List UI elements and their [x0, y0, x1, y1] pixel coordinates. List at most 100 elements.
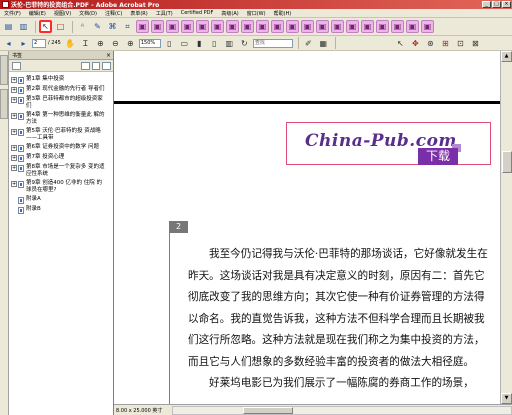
- replace-page-icon[interactable]: ▣: [181, 20, 194, 33]
- background-icon[interactable]: ▣: [271, 20, 284, 33]
- pin-icon[interactable]: ⊡: [454, 37, 467, 50]
- link-tool-icon[interactable]: ⌘: [106, 20, 119, 33]
- bookmark-item[interactable]: 附录A: [11, 196, 113, 204]
- bates-icon[interactable]: ▣: [286, 20, 299, 33]
- new-bookmark-icon[interactable]: [91, 61, 101, 70]
- target-icon[interactable]: ⊛: [424, 37, 437, 50]
- security-icon[interactable]: ▣: [361, 20, 374, 33]
- menu-edit[interactable]: 编辑(E): [25, 10, 50, 17]
- horizontal-scrollbar[interactable]: [172, 405, 512, 415]
- zoom-in-icon[interactable]: ⊕: [94, 37, 107, 50]
- facing-icon[interactable]: ▥: [223, 37, 236, 50]
- edit-object-icon[interactable]: ✎: [91, 20, 104, 33]
- zoom-out-icon[interactable]: ⊖: [109, 37, 122, 50]
- menu-help[interactable]: 帮助(H): [270, 10, 296, 17]
- watermark-icon[interactable]: ▣: [256, 20, 269, 33]
- document-view[interactable]: China-Pub.com 下载 2 我至今仍记得我与沃伦·巴菲特的那场谈话，它…: [114, 51, 500, 404]
- bookmark-item[interactable]: + 第6章 证券投资中的数学 问题: [11, 144, 113, 152]
- expand-bookmark-icon[interactable]: [102, 61, 111, 70]
- scroll-thumb[interactable]: [502, 151, 512, 173]
- text-select-icon[interactable]: Ɪ: [79, 37, 92, 50]
- measure-icon[interactable]: ⊞: [439, 37, 452, 50]
- menu-comments[interactable]: 注释(C): [101, 10, 126, 17]
- bookmark-item[interactable]: + 第1章 集中投资: [11, 76, 113, 84]
- menu-document[interactable]: 文档(D): [75, 10, 101, 17]
- delete-bookmark-icon[interactable]: [80, 61, 90, 70]
- expand-icon[interactable]: +: [11, 145, 17, 151]
- bookmark-item[interactable]: + 第8章 市场是一个复杂多 变的适应性系统: [11, 164, 113, 178]
- select-tool-icon[interactable]: ↖: [39, 20, 52, 33]
- rectangle-tool-icon[interactable]: □: [54, 20, 67, 33]
- expand-icon[interactable]: +: [11, 77, 17, 83]
- arrow-tool-icon[interactable]: ↖: [394, 37, 407, 50]
- fit-page-icon[interactable]: ▯: [163, 37, 176, 50]
- bookmark-item[interactable]: + 第9章 创造400 亿非的 住院 的球员在哪里?: [11, 180, 113, 194]
- horizontal-scroll-thumb[interactable]: [243, 406, 293, 414]
- scroll-up-icon[interactable]: ▲: [501, 51, 512, 62]
- close-panel-icon[interactable]: ×: [106, 52, 113, 59]
- continuous-icon[interactable]: ▯: [208, 37, 221, 50]
- insert-page-icon[interactable]: ▣: [151, 20, 164, 33]
- single-page-icon[interactable]: ▮: [193, 37, 206, 50]
- touchup-text-icon[interactable]: ᴬ: [76, 20, 89, 33]
- bookmark-item[interactable]: 附录B: [11, 206, 113, 214]
- rotate-view-icon[interactable]: ↻: [238, 37, 251, 50]
- bookmark-item[interactable]: + 第2章 现代金融的先行者 导者们: [11, 86, 113, 94]
- object-select-icon[interactable]: ✥: [409, 37, 422, 50]
- next-page-icon[interactable]: ▸: [17, 37, 30, 50]
- bookmarks-tab[interactable]: [0, 55, 8, 85]
- expand-icon[interactable]: +: [11, 87, 17, 93]
- bookmark-item[interactable]: + 第4章 第一种思维的衡量此 解的方法: [11, 112, 113, 126]
- search-input[interactable]: 查找: [252, 38, 293, 48]
- attach-icon[interactable]: ▣: [406, 20, 419, 33]
- bookmark-item[interactable]: + 第7章 投资心理: [11, 154, 113, 162]
- previous-page-icon[interactable]: ◂: [2, 37, 15, 50]
- ocr-icon[interactable]: ▣: [316, 20, 329, 33]
- minimize-button[interactable]: _: [482, 1, 491, 8]
- close-button[interactable]: ×: [502, 1, 511, 8]
- sign-icon[interactable]: ▣: [376, 20, 389, 33]
- vertical-scrollbar[interactable]: ▲ ▼: [500, 51, 512, 404]
- page-tool-icon[interactable]: ▣: [136, 20, 149, 33]
- combine-files-icon[interactable]: ▥: [17, 20, 30, 33]
- expand-icon[interactable]: +: [11, 155, 17, 161]
- menu-window[interactable]: 窗口(W): [243, 10, 270, 17]
- menu-certified-pdf[interactable]: Certified PDF: [177, 10, 218, 16]
- bookmark-item[interactable]: + 第3章 巴菲特都市的超级投资家们: [11, 96, 113, 110]
- form-icon[interactable]: ▣: [346, 20, 359, 33]
- bookmark-item[interactable]: + 第5章 沃伦·巴菲特的投 资战略——工具带: [11, 128, 113, 142]
- menu-advanced[interactable]: 高级(A): [217, 10, 242, 17]
- expand-icon[interactable]: +: [11, 129, 17, 135]
- fit-width-icon[interactable]: ▭: [178, 37, 191, 50]
- zoom-level-select[interactable]: 150%: [138, 38, 161, 48]
- options-menu-icon[interactable]: [12, 61, 21, 70]
- hand-tool-icon[interactable]: ✋: [64, 37, 77, 50]
- expand-icon[interactable]: +: [11, 97, 17, 103]
- optimize-icon[interactable]: ▣: [301, 20, 314, 33]
- split-page-icon[interactable]: ▣: [226, 20, 239, 33]
- expand-icon[interactable]: +: [11, 181, 17, 187]
- crop-tool-icon[interactable]: ⌗: [121, 20, 134, 33]
- rotate-page-icon[interactable]: ▣: [211, 20, 224, 33]
- extract-page-icon[interactable]: ▣: [166, 20, 179, 33]
- menu-forms[interactable]: 表单(R): [126, 10, 151, 17]
- page-number-input[interactable]: 2: [32, 38, 46, 48]
- menu-file[interactable]: 文件(F): [0, 10, 25, 17]
- review-icon[interactable]: ▣: [391, 20, 404, 33]
- menu-view[interactable]: 视图(V): [50, 10, 75, 17]
- header-footer-icon[interactable]: ▣: [241, 20, 254, 33]
- maximize-button[interactable]: □: [492, 1, 501, 8]
- compare-icon[interactable]: ▣: [331, 20, 344, 33]
- zoom-in-plus-icon[interactable]: ⊕: [124, 37, 137, 50]
- delete-page-icon[interactable]: ▣: [196, 20, 209, 33]
- checker-icon[interactable]: ▦: [317, 37, 330, 50]
- tag-icon[interactable]: ⊠: [469, 37, 482, 50]
- stamp-icon[interactable]: ▣: [421, 20, 434, 33]
- scroll-down-icon[interactable]: ▼: [501, 393, 512, 404]
- menu-tools[interactable]: 工具(T): [152, 10, 177, 17]
- pages-tab[interactable]: [0, 89, 8, 119]
- expand-icon[interactable]: +: [11, 165, 17, 171]
- pencil-icon[interactable]: ✐: [302, 37, 315, 50]
- create-pdf-icon[interactable]: ▤: [2, 20, 15, 33]
- expand-icon[interactable]: +: [11, 113, 17, 119]
